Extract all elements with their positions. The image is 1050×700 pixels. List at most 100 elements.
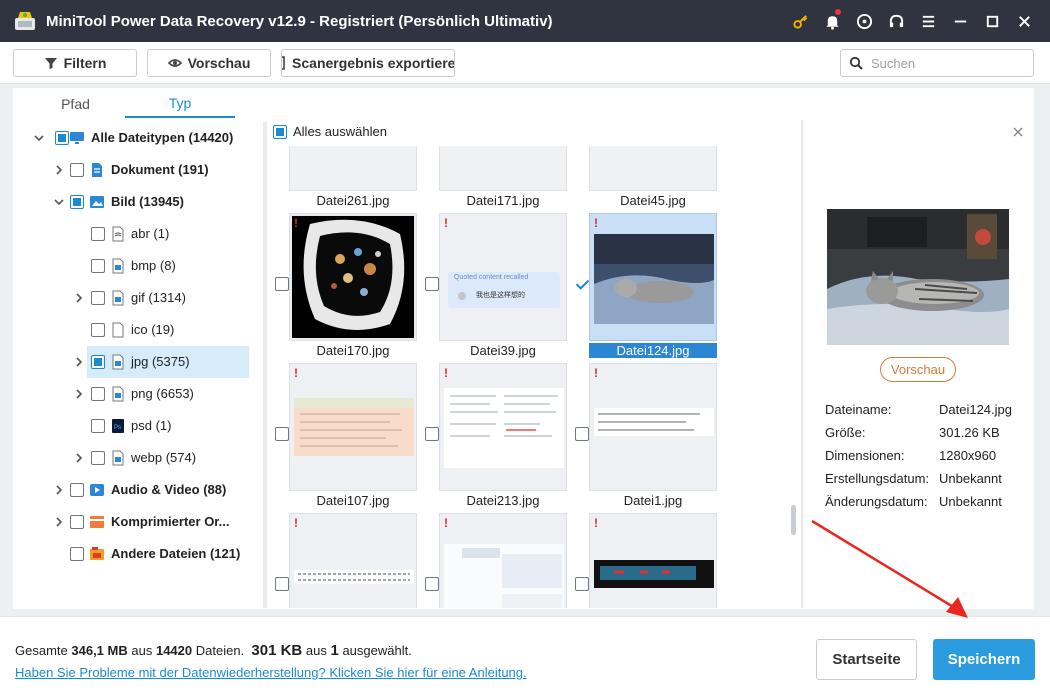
tree-item-checkbox[interactable] xyxy=(70,547,84,561)
close-preview-icon[interactable] xyxy=(1010,124,1026,140)
filter-button[interactable]: Filtern xyxy=(13,49,137,77)
file-thumbnail[interactable]: ! xyxy=(439,363,567,491)
disc-icon[interactable] xyxy=(848,0,880,42)
file-name-label: Datei39.jpg xyxy=(470,343,536,358)
tree-item-checkbox[interactable] xyxy=(91,419,105,433)
file-checkbox[interactable] xyxy=(425,577,439,591)
image-file-icon xyxy=(110,450,126,466)
tree-item[interactable]: Alle Dateitypen (14420) xyxy=(13,122,265,154)
bell-icon[interactable] xyxy=(816,0,848,42)
tree-item-checkbox[interactable] xyxy=(70,483,84,497)
file-thumbnail[interactable]: ! xyxy=(589,513,717,608)
file-checkbox[interactable] xyxy=(425,427,439,441)
document-icon xyxy=(89,162,105,178)
file-thumbnail[interactable]: ! Quoted content recalled 我也是这样想的 xyxy=(439,213,567,341)
tree-item[interactable]: png (6653) xyxy=(13,378,265,410)
tree-item-checkbox[interactable] xyxy=(70,163,84,177)
search-box[interactable] xyxy=(840,49,1034,77)
chevron-down-icon[interactable] xyxy=(53,196,65,208)
file-thumbnail[interactable]: ▘ ▝ ▝ xyxy=(289,146,417,191)
key-icon[interactable] xyxy=(784,0,816,42)
chevron-right-icon[interactable] xyxy=(73,356,85,368)
file-checkbox[interactable] xyxy=(275,577,289,591)
tree-item[interactable]: Ps psd (1) xyxy=(13,410,265,442)
warning-icon: ! xyxy=(294,216,298,230)
home-button[interactable]: Startseite xyxy=(816,639,917,680)
chevron-down-icon[interactable] xyxy=(33,132,45,144)
tree-scrollbar[interactable] xyxy=(263,122,267,608)
file-thumbnail[interactable]: ! xyxy=(289,513,417,608)
tree-item[interactable]: Andere Dateien (121) xyxy=(13,538,265,570)
notification-dot xyxy=(835,9,841,15)
preview-button[interactable]: Vorschau xyxy=(880,357,956,382)
file-thumbnail[interactable] xyxy=(439,146,567,191)
chevron-right-icon[interactable] xyxy=(53,164,65,176)
tree-item-label: webp (574) xyxy=(131,450,197,465)
tree-item-label: Andere Dateien (121) xyxy=(111,546,241,561)
tree-item-label: Alle Dateitypen (14420) xyxy=(91,130,234,145)
tree-item-checkbox[interactable] xyxy=(91,387,105,401)
file-checkbox[interactable] xyxy=(575,427,589,441)
tree-item-checkbox[interactable] xyxy=(91,291,105,305)
select-all-checkbox[interactable] xyxy=(273,124,287,139)
chevron-right-icon[interactable] xyxy=(73,388,85,400)
tree-item[interactable]: webp (574) xyxy=(13,442,265,474)
export-scan-button[interactable]: Scanergebnis exportieren xyxy=(281,49,455,77)
chevron-right-icon[interactable] xyxy=(73,292,85,304)
file-thumbnail[interactable]: ! xyxy=(439,513,567,608)
file-thumbnail[interactable]: ! xyxy=(289,213,417,341)
file-thumbnail[interactable]: ! xyxy=(589,213,717,341)
grid-scrollbar[interactable] xyxy=(791,505,796,535)
file-checkbox[interactable] xyxy=(275,427,289,441)
file-checkbox[interactable] xyxy=(425,277,439,291)
select-all[interactable]: Alles auswählen xyxy=(273,124,387,139)
tree-item-checkbox[interactable] xyxy=(91,323,105,337)
help-link[interactable]: Haben Sie Probleme mit der Datenwiederhe… xyxy=(15,665,527,680)
file-thumbnail[interactable]: ! xyxy=(289,363,417,491)
chevron-right-icon[interactable] xyxy=(53,516,65,528)
maximize-icon[interactable] xyxy=(976,0,1008,42)
tree-item[interactable]: Dokument (191) xyxy=(13,154,265,186)
tree-item-checkbox[interactable] xyxy=(70,195,84,209)
warning-icon: ! xyxy=(444,216,448,230)
tree-item[interactable]: jpg (5375) xyxy=(13,346,265,378)
tab-path[interactable]: Pfad xyxy=(33,90,118,118)
file-checkbox[interactable] xyxy=(275,277,289,291)
image-file-icon xyxy=(110,258,126,274)
tree-item[interactable]: Audio & Video (88) xyxy=(13,474,265,506)
file-checkbox[interactable] xyxy=(575,277,589,291)
tree-item-checkbox[interactable] xyxy=(70,515,84,529)
tree-item-label: Komprimierter Or... xyxy=(111,514,230,529)
tree-item[interactable]: bmp (8) xyxy=(13,250,265,282)
preview-toolbar-button[interactable]: Vorschau xyxy=(147,49,271,77)
title-bar: MiniTool Power Data Recovery v12.9 - Reg… xyxy=(0,0,1050,42)
warning-icon: ! xyxy=(444,516,448,530)
info-key: Erstellungsdatum: xyxy=(825,471,930,486)
tree-item[interactable]: Bild (13945) xyxy=(13,186,265,218)
tree-item-checkbox[interactable] xyxy=(91,259,105,273)
chevron-right-icon[interactable] xyxy=(73,452,85,464)
tree-item-checkbox[interactable] xyxy=(55,131,69,145)
total-size: 346,1 MB xyxy=(71,643,128,658)
file-thumbnail[interactable] xyxy=(589,146,717,191)
search-input[interactable] xyxy=(871,55,1021,71)
minimize-icon[interactable] xyxy=(944,0,976,42)
tree-item[interactable]: gif (1314) xyxy=(13,282,265,314)
tree-item[interactable]: ico (19) xyxy=(13,314,265,346)
tree-item[interactable]: abr (1) xyxy=(13,218,265,250)
tab-type[interactable]: Typ xyxy=(125,90,235,118)
tree-item-checkbox[interactable] xyxy=(91,355,105,369)
menu-icon[interactable] xyxy=(912,0,944,42)
file-thumbnail[interactable]: ! xyxy=(589,363,717,491)
thumb-quoted-text: Quoted content recalled xyxy=(454,274,529,281)
tree-item[interactable]: Komprimierter Or... xyxy=(13,506,265,538)
tree-item-checkbox[interactable] xyxy=(91,451,105,465)
tree-item-checkbox[interactable] xyxy=(91,227,105,241)
view-tabs: Pfad Typ xyxy=(13,90,253,120)
selected-size: 301 KB xyxy=(251,642,303,659)
headset-icon[interactable] xyxy=(880,0,912,42)
save-button[interactable]: Speichern xyxy=(933,639,1035,680)
chevron-right-icon[interactable] xyxy=(53,484,65,496)
close-icon[interactable] xyxy=(1008,0,1040,42)
file-checkbox[interactable] xyxy=(575,577,589,591)
